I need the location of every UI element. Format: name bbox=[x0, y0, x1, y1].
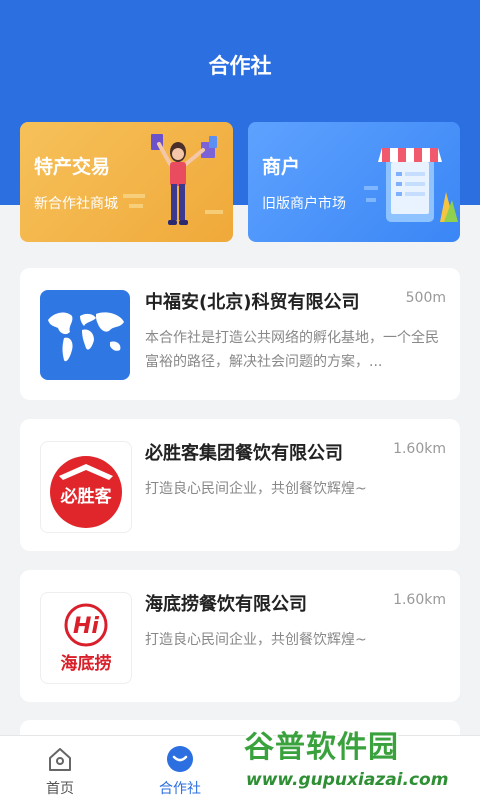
watermark-url: www.gupuxiazai.com bbox=[246, 770, 449, 790]
banner-subtitle: 新合作社商城 bbox=[34, 196, 118, 212]
cooperative-card[interactable]: 必胜客 必胜客集团餐饮有限公司 1.60km 打造良心民间企业，共创餐饮辉煌~ bbox=[20, 419, 460, 551]
haidilao-logo-icon: Hi 海底捞 bbox=[40, 592, 132, 684]
cooperative-card[interactable]: Hi 海底捞 海底捞餐饮有限公司 1.60km 打造良心民间企业，共创餐饮辉煌~ bbox=[20, 570, 460, 702]
banner-specialty-trade[interactable]: 特产交易 新合作社商城 bbox=[20, 122, 233, 242]
home-icon bbox=[49, 748, 71, 771]
cooperative-icon bbox=[167, 746, 193, 772]
cooperative-description: 打造良心民间企业，共创餐饮辉煌~ bbox=[145, 632, 367, 648]
page-title: 合作社 bbox=[208, 54, 272, 78]
distance-label: 500m bbox=[405, 290, 446, 306]
watermark-text: 谷普软件园 bbox=[244, 730, 399, 765]
cooperative-name: 中福安(北京)科贸有限公司 bbox=[145, 292, 360, 313]
tab-home[interactable]: 首页 bbox=[0, 736, 120, 801]
pizza-hut-logo-icon: 必胜客 bbox=[40, 441, 132, 533]
distance-label: 1.60km bbox=[393, 441, 446, 457]
watermark: 谷普软件园 www.gupuxiazai.com bbox=[238, 716, 480, 800]
tab-label: 首页 bbox=[46, 781, 74, 797]
banner-title: 特产交易 bbox=[34, 156, 111, 178]
storefront-phone-illustration-icon bbox=[364, 148, 458, 222]
banner-merchant[interactable]: 商户 旧版商户市场 bbox=[248, 122, 460, 242]
cooperative-card[interactable]: 中福安(北京)科贸有限公司 500m 本合作社是打造公共网络的孵化基地，一个全民… bbox=[20, 268, 460, 400]
logo-text: 海底捞 bbox=[61, 653, 112, 674]
cooperative-description: 打造良心民间企业，共创餐饮辉煌~ bbox=[145, 481, 367, 497]
banner-title: 商户 bbox=[262, 156, 301, 178]
cooperative-description: 本合作社是打造公共网络的孵化基地，一个全民富裕的路径，解决社会问题的方案，... bbox=[145, 330, 439, 370]
cooperative-name: 必胜客集团餐饮有限公司 bbox=[145, 443, 343, 464]
cooperative-name: 海底捞餐饮有限公司 bbox=[145, 594, 307, 615]
banner-subtitle: 旧版商户市场 bbox=[262, 196, 346, 212]
world-map-logo-icon bbox=[40, 290, 130, 380]
tab-cooperative[interactable]: 合作社 bbox=[120, 736, 240, 801]
tab-label: 合作社 bbox=[159, 781, 201, 797]
shopping-woman-illustration-icon bbox=[123, 134, 223, 225]
logo-mark: Hi bbox=[73, 614, 99, 639]
distance-label: 1.60km bbox=[393, 592, 446, 608]
logo-text: 必胜客 bbox=[60, 486, 113, 507]
